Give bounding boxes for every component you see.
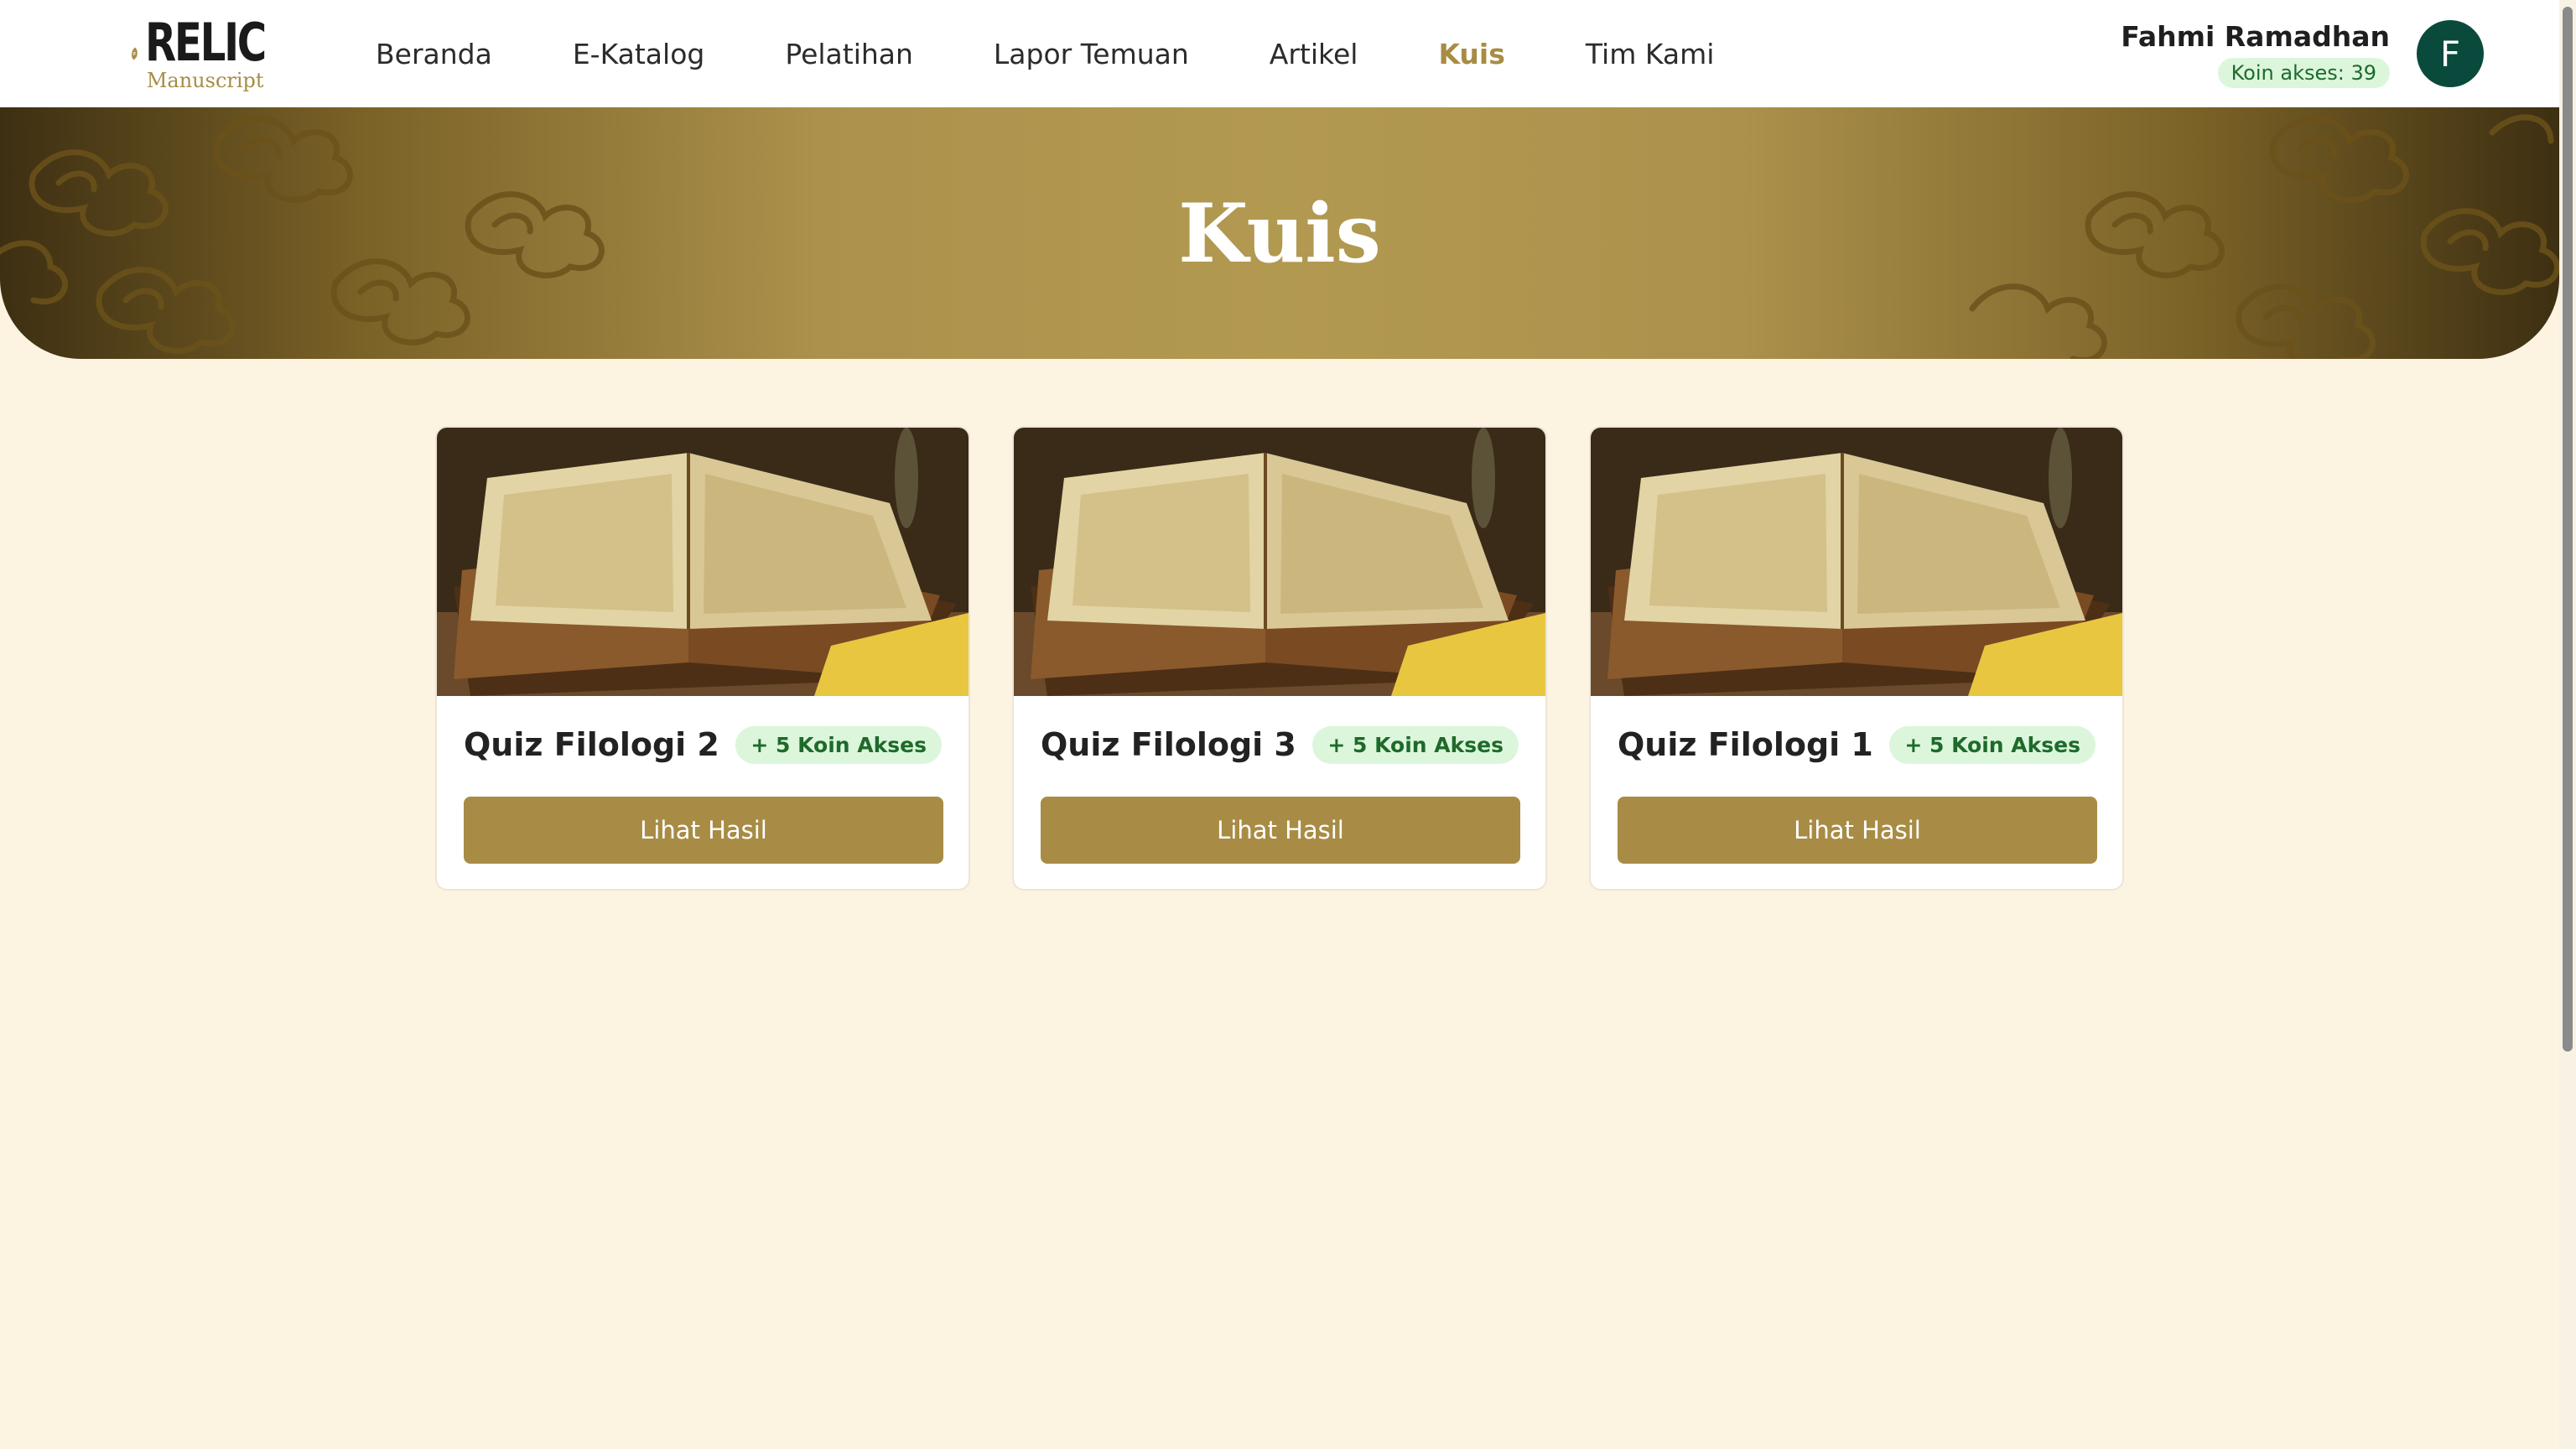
open-book-painting-image — [437, 428, 969, 696]
nav-e-katalog[interactable]: E-Katalog — [573, 38, 705, 70]
user-name: Fahmi Ramadhan — [2121, 19, 2390, 53]
nav-kuis[interactable]: Kuis — [1438, 38, 1504, 70]
quiz-list: Quiz Filologi 2 + 5 Koin Akses Lihat Has… — [435, 426, 2124, 891]
brand-logo[interactable]: RELIC Manuscript — [131, 12, 299, 96]
reward-badge: + 5 Koin Akses — [1889, 725, 2096, 764]
main-nav: Beranda E-Katalog Pelatihan Lapor Temuan… — [376, 0, 1794, 107]
view-result-button[interactable]: Lihat Hasil — [1041, 797, 1520, 864]
quill-logo-icon — [131, 47, 138, 60]
view-result-button[interactable]: Lihat Hasil — [1618, 797, 2097, 864]
nav-lapor-temuan[interactable]: Lapor Temuan — [994, 38, 1189, 70]
page-scrollbar[interactable] — [2559, 0, 2576, 1449]
coin-balance-badge: Koin akses: 39 — [2217, 57, 2390, 88]
open-book-painting-image — [1591, 428, 2122, 696]
brand-tagline: Manuscript — [146, 69, 264, 92]
reward-badge: + 5 Koin Akses — [1312, 725, 1519, 764]
nav-artikel[interactable]: Artikel — [1270, 38, 1358, 70]
scrollbar-thumb[interactable] — [2563, 7, 2573, 1052]
avatar[interactable]: F — [2417, 20, 2484, 87]
reward-badge: + 5 Koin Akses — [735, 725, 942, 764]
quiz-title: Quiz Filologi 2 — [464, 726, 719, 763]
quiz-title: Quiz Filologi 3 — [1041, 726, 1296, 763]
open-book-painting-image — [1014, 428, 1545, 696]
page-title: Kuis — [1178, 185, 1381, 281]
quiz-title: Quiz Filologi 1 — [1618, 726, 1873, 763]
navbar: RELIC Manuscript Beranda E-Katalog Pelat… — [0, 0, 2559, 107]
page-hero: Kuis — [0, 107, 2559, 359]
quiz-card: Quiz Filologi 2 + 5 Koin Akses Lihat Has… — [435, 426, 970, 891]
nav-tim-kami[interactable]: Tim Kami — [1586, 38, 1715, 70]
quiz-card: Quiz Filologi 3 + 5 Koin Akses Lihat Has… — [1012, 426, 1547, 891]
nav-beranda[interactable]: Beranda — [376, 38, 492, 70]
quiz-card: Quiz Filologi 1 + 5 Koin Akses Lihat Has… — [1589, 426, 2124, 891]
user-menu[interactable]: Fahmi Ramadhan Koin akses: 39 F — [2121, 0, 2484, 107]
view-result-button[interactable]: Lihat Hasil — [464, 797, 943, 864]
nav-pelatihan[interactable]: Pelatihan — [785, 38, 913, 70]
brand-name: RELIC — [144, 12, 267, 73]
